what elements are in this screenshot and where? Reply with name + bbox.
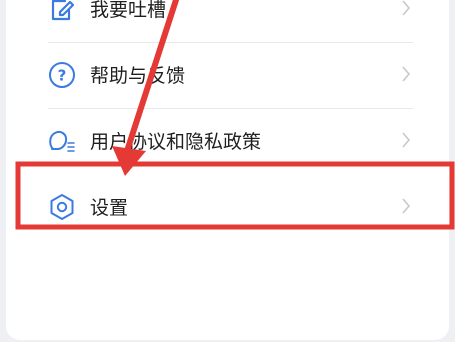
- menu-item-user-agreement-privacy[interactable]: 用户协议和隐私政策: [6, 108, 449, 174]
- menu-item-help-feedback[interactable]: ? 帮助与反馈: [6, 42, 449, 108]
- menu-item-label: 用户协议和隐私政策: [90, 131, 262, 153]
- privacy-key-icon: [49, 131, 75, 152]
- menu-item-label: 帮助与反馈: [90, 65, 186, 87]
- menu-item-label: 设置: [90, 197, 129, 219]
- help-circle-icon: ?: [49, 62, 75, 88]
- menu-item-settings[interactable]: 设置: [6, 174, 449, 240]
- svg-text:?: ?: [58, 67, 67, 85]
- edit-note-icon: [51, 0, 75, 21]
- chevron-right-icon: [402, 132, 411, 148]
- settings-hexagon-icon: [50, 194, 74, 220]
- settings-menu-card: 我要吐槽 ? 帮助与反馈 用户协议和隐私政策 设置: [6, 0, 449, 340]
- menu-item-label: 我要吐槽: [90, 0, 167, 21]
- screen: 我要吐槽 ? 帮助与反馈 用户协议和隐私政策 设置: [0, 0, 455, 342]
- chevron-right-icon: [402, 0, 411, 16]
- chevron-right-icon: [402, 198, 411, 214]
- chevron-right-icon: [402, 66, 411, 82]
- menu-item-feedback-complaint[interactable]: 我要吐槽: [6, 0, 449, 42]
